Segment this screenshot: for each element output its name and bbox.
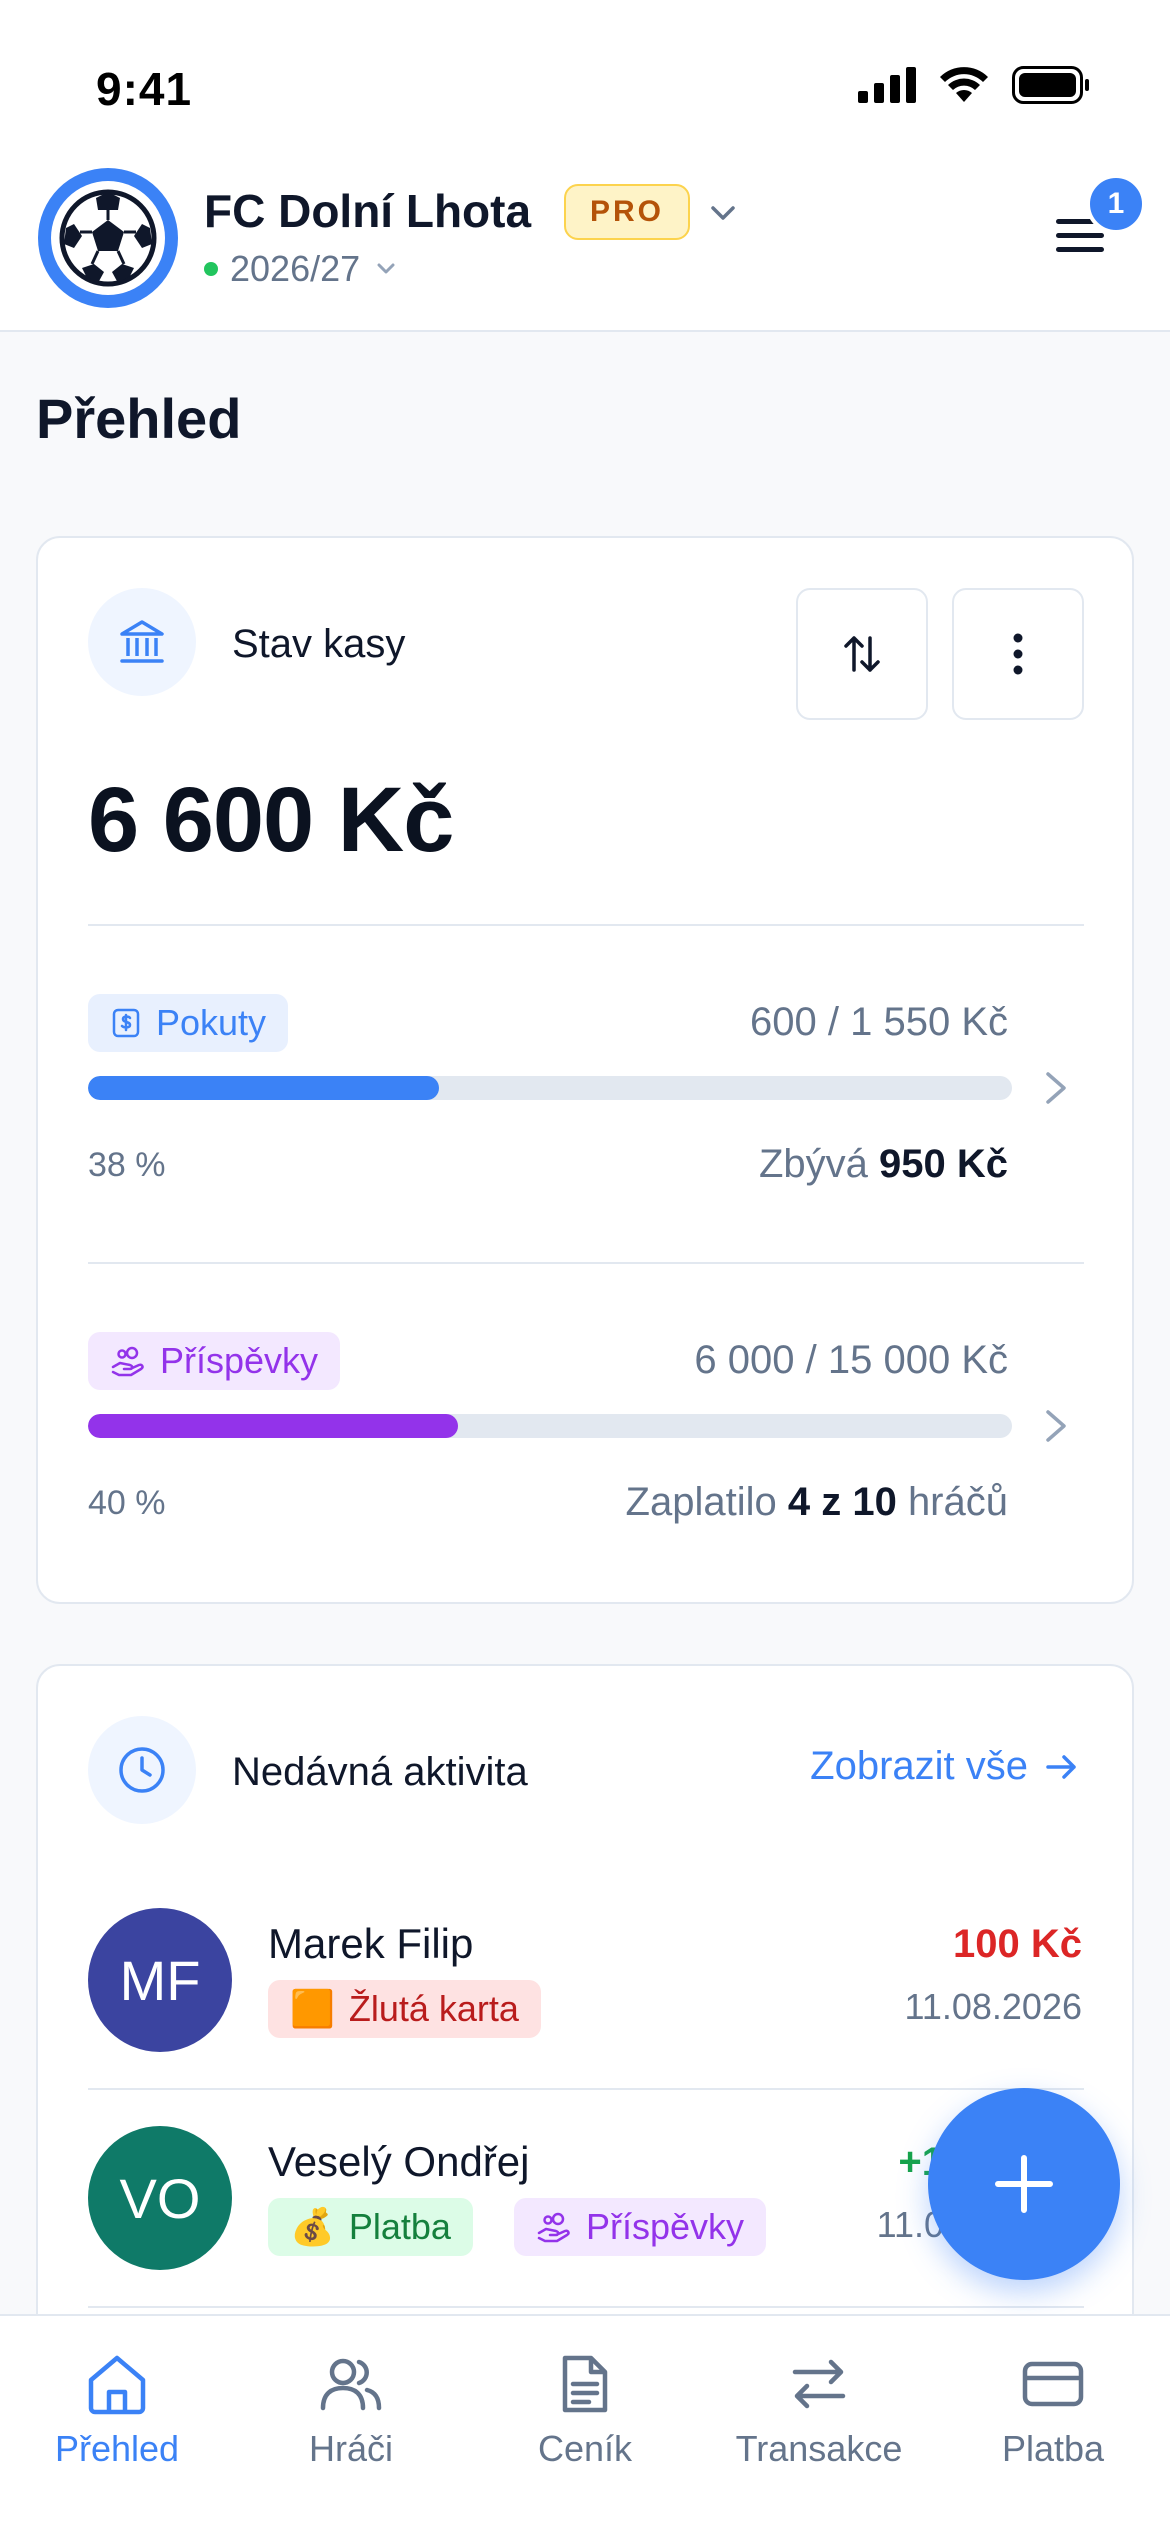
- nav-label: Transakce: [735, 2428, 903, 2469]
- yellow-card-tag: 🟧 Žlutá karta: [268, 1980, 541, 2038]
- fines-percent: 38 %: [88, 1146, 166, 1184]
- status-time: 9:41: [96, 63, 193, 115]
- fines-amount: 600 / 1 550 Kč: [750, 1000, 1008, 1044]
- fines-chip: Pokuty: [88, 994, 289, 1052]
- tag-label: Platba: [348, 2206, 451, 2247]
- signal-icon: [858, 67, 916, 103]
- season-selector[interactable]: 2026/27: [204, 248, 400, 290]
- contributions-chip: Příspěvky: [88, 1332, 341, 1390]
- activity-amount: 100 Kč: [953, 1922, 1082, 1966]
- soccer-ball-icon: [59, 189, 157, 287]
- bank-icon: [120, 620, 164, 663]
- nav-item-payment[interactable]: Platba: [936, 2316, 1170, 2532]
- card-icon: [1022, 2361, 1084, 2407]
- fines-label: Pokuty: [156, 1002, 267, 1043]
- document-icon: [562, 2355, 608, 2413]
- plus-icon: [995, 2155, 1053, 2213]
- tag-label: Příspěvky: [586, 2206, 745, 2247]
- bottom-nav: Přehled Hráči Ceník Transakce Platba: [0, 2314, 1170, 2532]
- club-logo[interactable]: [38, 168, 178, 308]
- clock-icon: [119, 1747, 165, 1793]
- more-vertical-icon: [1013, 633, 1023, 675]
- hand-coins-icon: [111, 1346, 144, 1377]
- active-season-dot: [204, 262, 218, 276]
- contributions-progress-fill: [88, 1414, 458, 1438]
- activity-card-label: Nedávná aktivita: [232, 1750, 528, 1794]
- tag-label: Žlutá karta: [348, 1988, 519, 2029]
- nav-label: Přehled: [54, 2428, 180, 2469]
- tag-emoji: 🟧: [290, 1988, 335, 2029]
- nav-item-players[interactable]: Hráči: [234, 2316, 468, 2532]
- nav-item-pricelist[interactable]: Ceník: [468, 2316, 702, 2532]
- fines-progress-track: [88, 1076, 1012, 1100]
- divider: [88, 2306, 1084, 2308]
- nav-item-transactions[interactable]: Transakce: [702, 2316, 936, 2532]
- activity-name: Marek Filip: [268, 1920, 474, 1967]
- activity-date: 11.08.2026: [904, 1986, 1082, 2027]
- bank-icon-circle: [88, 588, 196, 696]
- more-options-button[interactable]: [952, 588, 1084, 720]
- divider: [88, 1262, 1084, 1264]
- contributions-tag: Příspěvky: [514, 2198, 767, 2256]
- pro-badge: PRO: [564, 184, 691, 240]
- arrow-right-icon: [1046, 1754, 1076, 1779]
- view-all-link[interactable]: Zobrazit vše: [810, 1744, 1080, 1789]
- nav-label: Ceník: [537, 2428, 633, 2469]
- chevron-down-icon: [377, 263, 395, 274]
- arrows-icon: [792, 2359, 846, 2409]
- contributions-progress-track: [88, 1414, 1012, 1438]
- dollar-receipt-icon: [112, 1008, 140, 1038]
- club-name[interactable]: FC Dolní Lhota: [204, 184, 531, 238]
- avatar: VO: [88, 2126, 232, 2270]
- fines-progress-fill: [88, 1076, 440, 1100]
- status-bar: 9:41: [0, 0, 1170, 160]
- battery-icon: [1012, 66, 1089, 104]
- contributions-label: Příspěvky: [160, 1340, 319, 1381]
- contributions-amount: 6 000 / 15 000 Kč: [694, 1338, 1008, 1382]
- cash-balance: 6 600 Kč: [88, 769, 454, 871]
- app-header: FC Dolní Lhota PRO 2026/27 1: [0, 160, 1170, 332]
- nav-label: Hráči: [308, 2428, 393, 2469]
- avatar: MF: [88, 1908, 232, 2052]
- status-icons: [858, 66, 1090, 104]
- notification-badge[interactable]: 1: [1086, 174, 1146, 234]
- users-icon: [320, 2358, 382, 2411]
- add-button[interactable]: [928, 2088, 1120, 2280]
- season-label: 2026/27: [230, 248, 361, 289]
- cash-card-label: Stav kasy: [232, 622, 406, 666]
- contributions-paid: Zaplatilo 4 z 10 hráčů: [625, 1480, 1008, 1524]
- sort-button[interactable]: [796, 588, 928, 720]
- activity-name: Veselý Ondřej: [268, 2138, 530, 2185]
- nav-label: Platba: [1001, 2428, 1105, 2469]
- wifi-icon: [940, 67, 988, 102]
- tag-emoji: 💰: [290, 2206, 335, 2247]
- home-icon: [88, 2355, 146, 2415]
- fines-remaining: Zbývá 950 Kč: [758, 1142, 1008, 1186]
- chevron-right-icon[interactable]: [1038, 1406, 1074, 1446]
- cash-card: Stav kasy 6 600 Kč Pokuty 600 / 1 550 Kč…: [36, 536, 1134, 1604]
- hand-coins-icon: [537, 2212, 570, 2243]
- divider: [88, 924, 1084, 926]
- chevron-right-icon[interactable]: [1038, 1068, 1074, 1108]
- clock-icon-circle: [88, 1716, 196, 1824]
- divider: [88, 2088, 1084, 2090]
- sort-arrows-icon: [844, 636, 880, 672]
- payment-tag: 💰 Platba: [268, 2198, 473, 2256]
- page-title: Přehled: [36, 387, 242, 450]
- chevron-down-icon[interactable]: [706, 196, 740, 230]
- nav-item-overview[interactable]: Přehled: [0, 2316, 234, 2532]
- contributions-percent: 40 %: [88, 1484, 166, 1522]
